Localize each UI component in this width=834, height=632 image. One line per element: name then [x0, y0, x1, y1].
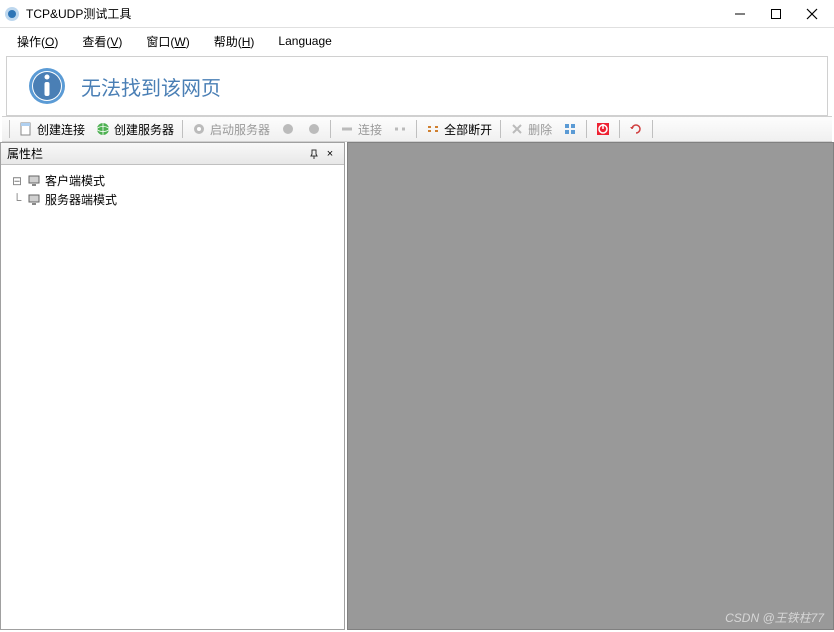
app-icon	[4, 6, 20, 22]
document-icon	[18, 121, 34, 137]
menu-view[interactable]: 查看(V)	[71, 29, 133, 54]
create-connection-button[interactable]: 创建连接	[13, 118, 90, 141]
tree-client-mode[interactable]: ⊟ 客户端模式	[5, 171, 340, 190]
tool-refresh-button[interactable]	[623, 118, 649, 140]
computer-icon	[27, 174, 41, 188]
main-content-area	[347, 142, 834, 630]
tree-view: ⊟ 客户端模式 └ 服务器端模式	[5, 171, 340, 209]
minimize-button[interactable]	[722, 1, 758, 27]
toolbar: 创建连接 创建服务器 启动服务器 连接 全部断开 删除	[2, 116, 832, 142]
menu-operate[interactable]: 操作(O)	[6, 29, 69, 54]
stop-server-button[interactable]	[275, 118, 301, 140]
computer-icon	[27, 193, 41, 207]
side-panel-body: ⊟ 客户端模式 └ 服务器端模式	[1, 165, 344, 629]
refresh-icon	[628, 121, 644, 137]
delete-button[interactable]: 删除	[504, 118, 557, 141]
unlink-icon	[392, 121, 408, 137]
connect-button[interactable]: 连接	[334, 118, 387, 141]
banner-text: 无法找到该网页	[81, 72, 221, 101]
disconnect-all-button[interactable]: 全部断开	[420, 118, 497, 141]
info-banner: 无法找到该网页	[6, 56, 828, 116]
tree-label: 客户端模式	[45, 172, 105, 189]
side-panel-header: 属性栏 ×	[1, 143, 344, 165]
info-icon	[27, 66, 67, 106]
pin-button[interactable]	[306, 146, 322, 162]
unlink-all-icon	[425, 121, 441, 137]
link-icon	[339, 121, 355, 137]
close-button[interactable]	[794, 1, 830, 27]
start-server-button[interactable]: 启动服务器	[186, 118, 275, 141]
menubar: 操作(O) 查看(V) 窗口(W) 帮助(H) Language	[0, 28, 834, 54]
menu-window[interactable]: 窗口(W)	[135, 29, 200, 54]
tree-label: 服务器端模式	[45, 191, 117, 208]
side-panel: 属性栏 × ⊟ 客户端模式 └ 服务器端模式	[0, 142, 345, 630]
globe-icon	[95, 121, 111, 137]
disconnect-button[interactable]	[387, 118, 413, 140]
stop-button-2[interactable]	[301, 118, 327, 140]
window-title: TCP&UDP测试工具	[26, 5, 722, 22]
maximize-button[interactable]	[758, 1, 794, 27]
power-icon	[595, 121, 611, 137]
puzzle-icon	[562, 121, 578, 137]
create-server-button[interactable]: 创建服务器	[90, 118, 179, 141]
menu-language[interactable]: Language	[267, 30, 342, 52]
tree-server-mode[interactable]: └ 服务器端模式	[5, 190, 340, 209]
tree-branch-icon: ⊟	[11, 174, 23, 188]
tool-misc-button[interactable]	[557, 118, 583, 140]
stop-disabled-icon	[280, 121, 296, 137]
tool-quit-button[interactable]	[590, 118, 616, 140]
stop-disabled-icon-2	[306, 121, 322, 137]
workarea: 属性栏 × ⊟ 客户端模式 └ 服务器端模式	[0, 142, 834, 630]
tree-branch-icon: └	[11, 193, 23, 207]
panel-close-button[interactable]: ×	[322, 146, 338, 162]
titlebar: TCP&UDP测试工具	[0, 0, 834, 28]
menu-help[interactable]: 帮助(H)	[203, 29, 266, 54]
window-controls	[722, 1, 830, 27]
side-panel-title: 属性栏	[7, 145, 306, 162]
delete-icon	[509, 121, 525, 137]
gear-icon	[191, 121, 207, 137]
